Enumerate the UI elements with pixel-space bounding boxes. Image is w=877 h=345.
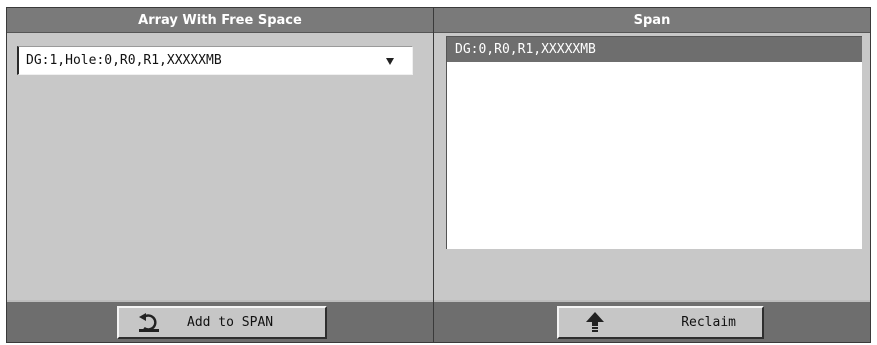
panel-title: Span	[434, 8, 870, 33]
up-arrow-icon	[583, 311, 607, 335]
add-to-span-button[interactable]: Add to SPAN	[117, 306, 327, 339]
list-item[interactable]: DG:0,R0,R1,XXXXXMB	[447, 37, 862, 62]
free-space-dropdown[interactable]: DG:1,Hole:0,R0,R1,XXXXXMB	[17, 46, 413, 75]
right-footer-bar: Reclaim	[434, 300, 870, 342]
add-to-span-icon	[137, 311, 161, 335]
span-panel: Span DG:0,R0,R1,XXXXXMB Reclaim	[433, 7, 871, 343]
panel-title: Array With Free Space	[7, 8, 433, 33]
add-to-span-label: Add to SPAN	[187, 315, 274, 330]
reclaim-label: Reclaim	[681, 315, 736, 330]
dropdown-selected-value: DG:1,Hole:0,R0,R1,XXXXXMB	[26, 53, 222, 68]
left-footer-bar: Add to SPAN	[7, 300, 433, 342]
span-listbox[interactable]: DG:0,R0,R1,XXXXXMB	[446, 36, 862, 249]
array-free-space-panel: Array With Free Space DG:1,Hole:0,R0,R1,…	[6, 7, 434, 343]
dropdown-arrow-icon[interactable]	[382, 53, 398, 69]
reclaim-button[interactable]: Reclaim	[557, 306, 764, 339]
